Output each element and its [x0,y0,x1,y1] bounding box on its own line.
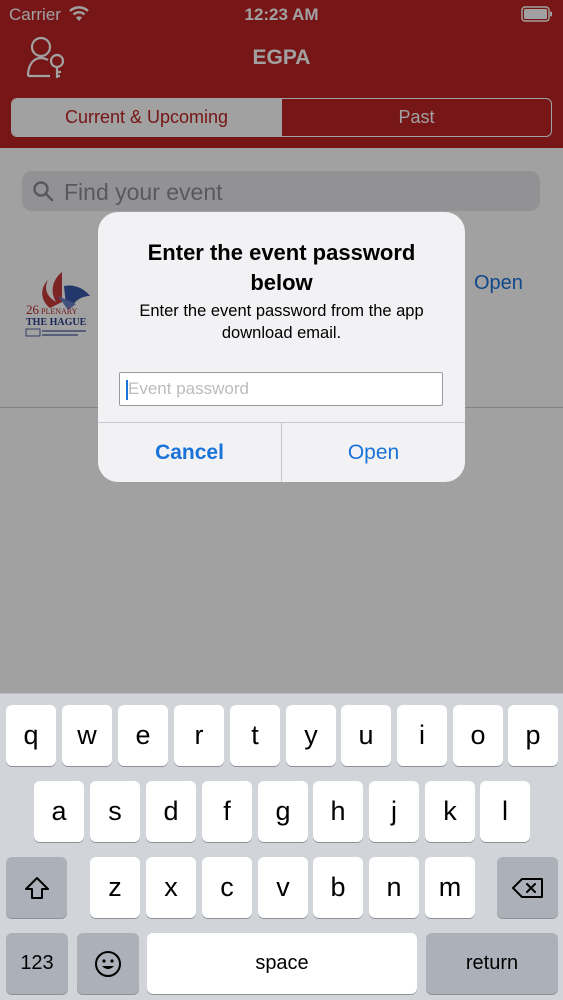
key-j[interactable]: j [369,781,419,842]
key-k[interactable]: k [425,781,475,842]
open-button[interactable]: Open [282,423,465,482]
emoji-key[interactable] [77,933,139,994]
key-l[interactable]: l [480,781,530,842]
key-w[interactable]: w [62,705,112,766]
key-g[interactable]: g [258,781,308,842]
return-key[interactable]: return [426,933,558,994]
backspace-icon [511,877,543,898]
shift-key[interactable] [6,857,67,918]
key-u[interactable]: u [341,705,391,766]
key-y[interactable]: y [286,705,336,766]
key-e[interactable]: e [118,705,168,766]
password-placeholder: Event password [128,379,249,398]
key-b[interactable]: b [313,857,363,918]
key-c[interactable]: c [202,857,252,918]
delete-key[interactable] [497,857,558,918]
alert-title: Enter the event password below [147,240,416,295]
key-x[interactable]: x [146,857,196,918]
key-h[interactable]: h [313,781,363,842]
key-q[interactable]: q [6,705,56,766]
key-z[interactable]: z [90,857,140,918]
space-key[interactable]: space [147,933,417,994]
alert-message: Enter the event password from the app do… [139,302,424,342]
numbers-key[interactable]: 123 [6,933,68,994]
key-m[interactable]: m [425,857,475,918]
key-v[interactable]: v [258,857,308,918]
key-n[interactable]: n [369,857,419,918]
key-s[interactable]: s [90,781,140,842]
key-f[interactable]: f [202,781,252,842]
event-password-field[interactable]: Event password [119,372,443,406]
key-o[interactable]: o [453,705,503,766]
text-cursor [126,380,128,400]
key-r[interactable]: r [174,705,224,766]
shift-icon [24,876,49,899]
key-a[interactable]: a [34,781,84,842]
password-alert-dialog: Enter the event password below Enter the… [98,212,465,482]
key-p[interactable]: p [508,705,558,766]
key-d[interactable]: d [146,781,196,842]
on-screen-keyboard: q w e r t y u i o p a s d f g h j k l z … [0,693,563,1000]
emoji-icon [95,950,121,977]
cancel-button[interactable]: Cancel [98,423,281,482]
key-t[interactable]: t [230,705,280,766]
key-i[interactable]: i [397,705,447,766]
